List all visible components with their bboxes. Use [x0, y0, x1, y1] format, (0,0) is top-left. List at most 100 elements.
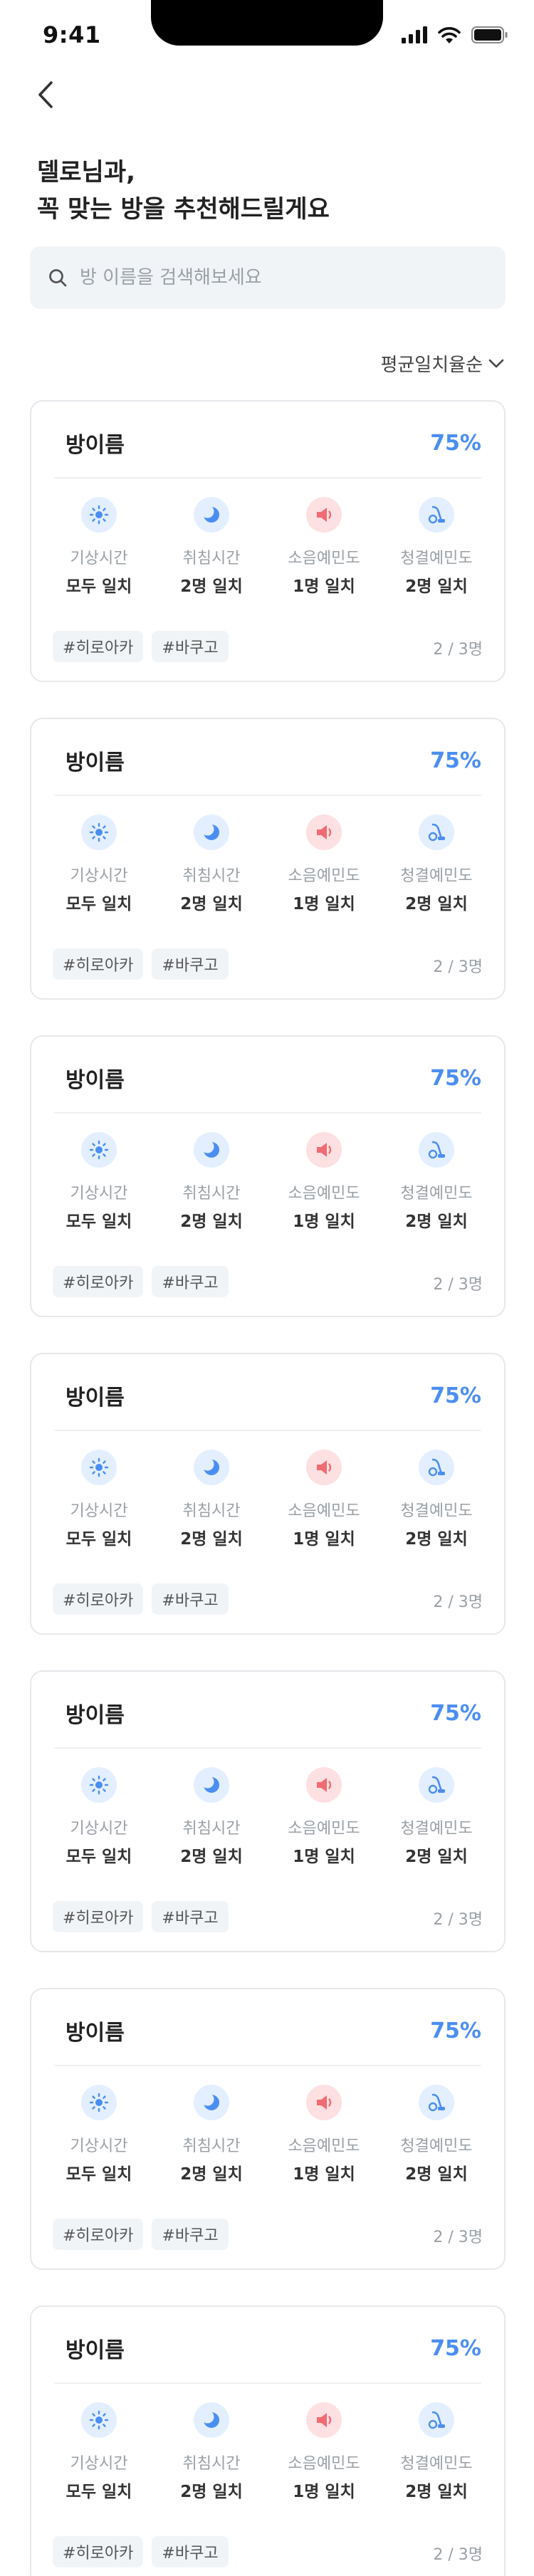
tag-chip[interactable]: #히로아카	[53, 631, 144, 662]
room-match-rate: 75%	[430, 1065, 481, 1091]
room-title: 방이름	[66, 1703, 125, 1728]
moon-icon	[194, 2402, 229, 2438]
moon-icon	[194, 497, 229, 533]
metric-label: 취침시간	[182, 2137, 241, 2155]
metric-label: 기상시간	[70, 550, 128, 567]
page-title-line-1: 델로님과,	[37, 158, 136, 187]
metric-label: 취침시간	[182, 1502, 241, 1520]
room-card-header: 방이름 75%	[66, 1697, 481, 1729]
tag-chip[interactable]: #히로아카	[53, 1266, 144, 1297]
room-card-header: 방이름 75%	[66, 2332, 481, 2364]
metric-value: 1명 일치	[293, 1848, 355, 1866]
room-card-header: 방이름 75%	[66, 2015, 481, 2046]
status-bar: 9:41	[0, 0, 534, 71]
speaker-icon	[306, 815, 342, 850]
metric-label: 기상시간	[70, 1820, 128, 1838]
room-match-rate: 75%	[430, 1383, 481, 1408]
divider	[54, 2382, 481, 2384]
tag-chip[interactable]: #바쿠고	[152, 631, 229, 662]
room-metrics: 기상시간 모두 일치 취침시간 2명 일치 소음예민도 1명 일치 청결예민도 …	[43, 1450, 493, 1549]
metric-value: 모두 일치	[66, 2165, 132, 2184]
room-card[interactable]: 방이름 75% 기상시간 모두 일치 취침시간 2명 일치 소음예민도 1명 일…	[30, 1670, 506, 1952]
metric-value: 모두 일치	[66, 895, 132, 913]
room-match-rate: 75%	[430, 748, 481, 773]
search-input[interactable]	[80, 267, 478, 288]
speaker-icon	[306, 1450, 342, 1485]
tag-chip[interactable]: #바쿠고	[152, 2219, 229, 2250]
metric-noise-sensitivity: 소음예민도 1명 일치	[268, 2085, 380, 2184]
room-card[interactable]: 방이름 75% 기상시간 모두 일치 취침시간 2명 일치 소음예민도 1명 일…	[30, 1353, 506, 1635]
metric-cleanliness-sensitivity: 청결예민도 2명 일치	[380, 2402, 493, 2502]
vacuum-icon	[419, 1767, 454, 1803]
sort-dropdown[interactable]: 평균일치율순	[380, 350, 504, 377]
tag-chip[interactable]: #바쿠고	[152, 1901, 229, 1932]
vacuum-icon	[419, 1450, 454, 1485]
metric-value: 2명 일치	[180, 1848, 243, 1866]
metric-value: 2명 일치	[405, 2165, 468, 2184]
metric-value: 2명 일치	[405, 577, 468, 596]
metric-value: 1명 일치	[293, 2483, 355, 2501]
tag-chip[interactable]: #히로아카	[53, 1901, 144, 1932]
metric-label: 소음예민도	[288, 867, 360, 885]
tag-chip[interactable]: #바쿠고	[152, 948, 229, 980]
metric-label: 취침시간	[182, 1820, 241, 1838]
room-tags: #히로아카 #바쿠고	[53, 1901, 229, 1932]
moon-icon	[194, 1450, 229, 1485]
back-button[interactable]	[30, 77, 61, 112]
metric-value: 1명 일치	[293, 2165, 355, 2184]
metric-label: 청결예민도	[400, 1185, 473, 1203]
speaker-icon	[306, 2085, 342, 2120]
metric-label: 소음예민도	[288, 2137, 360, 2155]
metric-label: 소음예민도	[288, 1820, 360, 1838]
divider	[54, 1747, 481, 1749]
metric-value: 2명 일치	[180, 2165, 243, 2184]
metric-value: 모두 일치	[66, 577, 132, 596]
moon-icon	[194, 1132, 229, 1168]
metric-value: 2명 일치	[180, 895, 243, 913]
metric-noise-sensitivity: 소음예민도 1명 일치	[268, 2402, 380, 2502]
metric-wake-time: 기상시간 모두 일치	[43, 497, 155, 597]
member-count: 2 / 3명	[433, 1593, 483, 1611]
tag-chip[interactable]: #히로아카	[53, 948, 144, 980]
sun-icon	[81, 1132, 117, 1168]
member-count: 2 / 3명	[433, 641, 483, 659]
metric-label: 기상시간	[70, 2455, 128, 2473]
metric-value: 2명 일치	[405, 2483, 468, 2501]
metric-sleep-time: 취침시간 2명 일치	[155, 2402, 268, 2502]
metric-noise-sensitivity: 소음예민도 1명 일치	[268, 1767, 380, 1867]
room-card[interactable]: 방이름 75% 기상시간 모두 일치 취침시간 2명 일치 소음예민도 1명 일…	[30, 1988, 506, 2270]
room-card[interactable]: 방이름 75% 기상시간 모두 일치 취침시간 2명 일치 소음예민도 1명 일…	[30, 718, 506, 1000]
room-card[interactable]: 방이름 75% 기상시간 모두 일치 취침시간 2명 일치 소음예민도 1명 일…	[30, 400, 506, 682]
metric-label: 청결예민도	[400, 550, 473, 567]
tag-chip[interactable]: #바쿠고	[152, 1266, 229, 1297]
tag-chip[interactable]: #바쿠고	[152, 2536, 229, 2567]
room-metrics: 기상시간 모두 일치 취침시간 2명 일치 소음예민도 1명 일치 청결예민도 …	[43, 497, 493, 597]
tag-chip[interactable]: #바쿠고	[152, 1583, 229, 1615]
metric-sleep-time: 취침시간 2명 일치	[155, 1767, 268, 1867]
room-title: 방이름	[66, 2021, 125, 2046]
moon-icon	[194, 815, 229, 850]
vacuum-icon	[419, 2085, 454, 2120]
signal-icon	[402, 26, 427, 43]
metric-cleanliness-sensitivity: 청결예민도 2명 일치	[380, 1132, 493, 1232]
room-match-rate: 75%	[430, 2335, 481, 2361]
metric-label: 소음예민도	[288, 1185, 360, 1203]
room-card[interactable]: 방이름 75% 기상시간 모두 일치 취침시간 2명 일치 소음예민도 1명 일…	[30, 1035, 506, 1317]
metric-noise-sensitivity: 소음예민도 1명 일치	[268, 815, 380, 914]
metric-noise-sensitivity: 소음예민도 1명 일치	[268, 1132, 380, 1232]
search-bar[interactable]	[30, 246, 506, 309]
member-count: 2 / 3명	[433, 2229, 483, 2246]
room-tags: #히로아카 #바쿠고	[53, 1583, 229, 1615]
page-title-line-2: 꼭 맞는 방을 추천해드릴게요	[37, 195, 330, 224]
tag-chip[interactable]: #히로아카	[53, 2536, 144, 2567]
room-metrics: 기상시간 모두 일치 취침시간 2명 일치 소음예민도 1명 일치 청결예민도 …	[43, 2085, 493, 2184]
battery-icon	[471, 26, 508, 43]
sun-icon	[81, 1767, 117, 1803]
room-card[interactable]: 방이름 75% 기상시간 모두 일치 취침시간 2명 일치 소음예민도 1명 일…	[30, 2305, 506, 2576]
sun-icon	[81, 1450, 117, 1485]
room-match-rate: 75%	[430, 430, 481, 456]
metric-label: 청결예민도	[400, 1820, 473, 1838]
tag-chip[interactable]: #히로아카	[53, 2219, 144, 2250]
tag-chip[interactable]: #히로아카	[53, 1583, 144, 1615]
metric-cleanliness-sensitivity: 청결예민도 2명 일치	[380, 1450, 493, 1549]
